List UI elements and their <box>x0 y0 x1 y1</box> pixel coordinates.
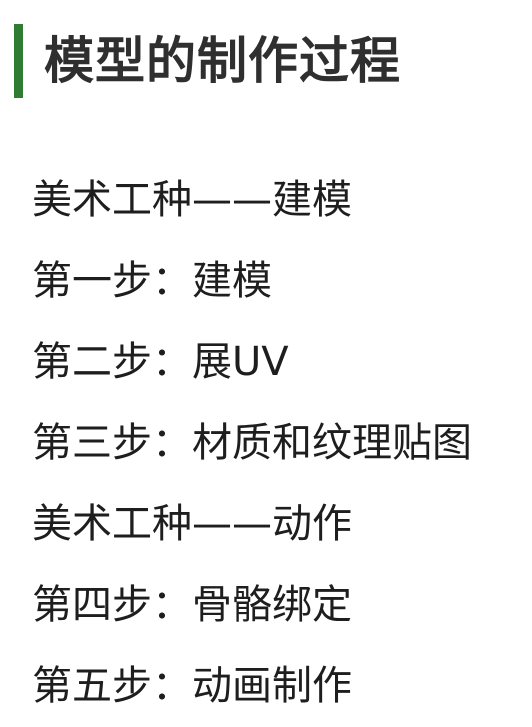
list-item-art-role-modeling: 美术工种——建模 <box>32 177 352 223</box>
list-item-step-4: 第四步：骨骼绑定 <box>32 582 352 628</box>
content-list: 美术工种——建模 第一步：建模 第二步：展UV 第三步：材质和纹理贴图 美术工种… <box>32 160 472 727</box>
list-item-step-1: 第一步：建模 <box>32 258 272 304</box>
list-item-art-role-animation: 美术工种——动作 <box>32 501 352 547</box>
list-item-step-2: 第二步：展UV <box>32 339 289 385</box>
list-item-step-5: 第五步：动画制作 <box>32 663 352 709</box>
page-title: 模型的制作过程 <box>44 32 401 90</box>
title-accent-bar <box>14 24 23 98</box>
list-item-step-3: 第三步：材质和纹理贴图 <box>32 420 472 466</box>
slide: 模型的制作过程 美术工种——建模 第一步：建模 第二步：展UV 第三步：材质和纹… <box>0 0 532 713</box>
